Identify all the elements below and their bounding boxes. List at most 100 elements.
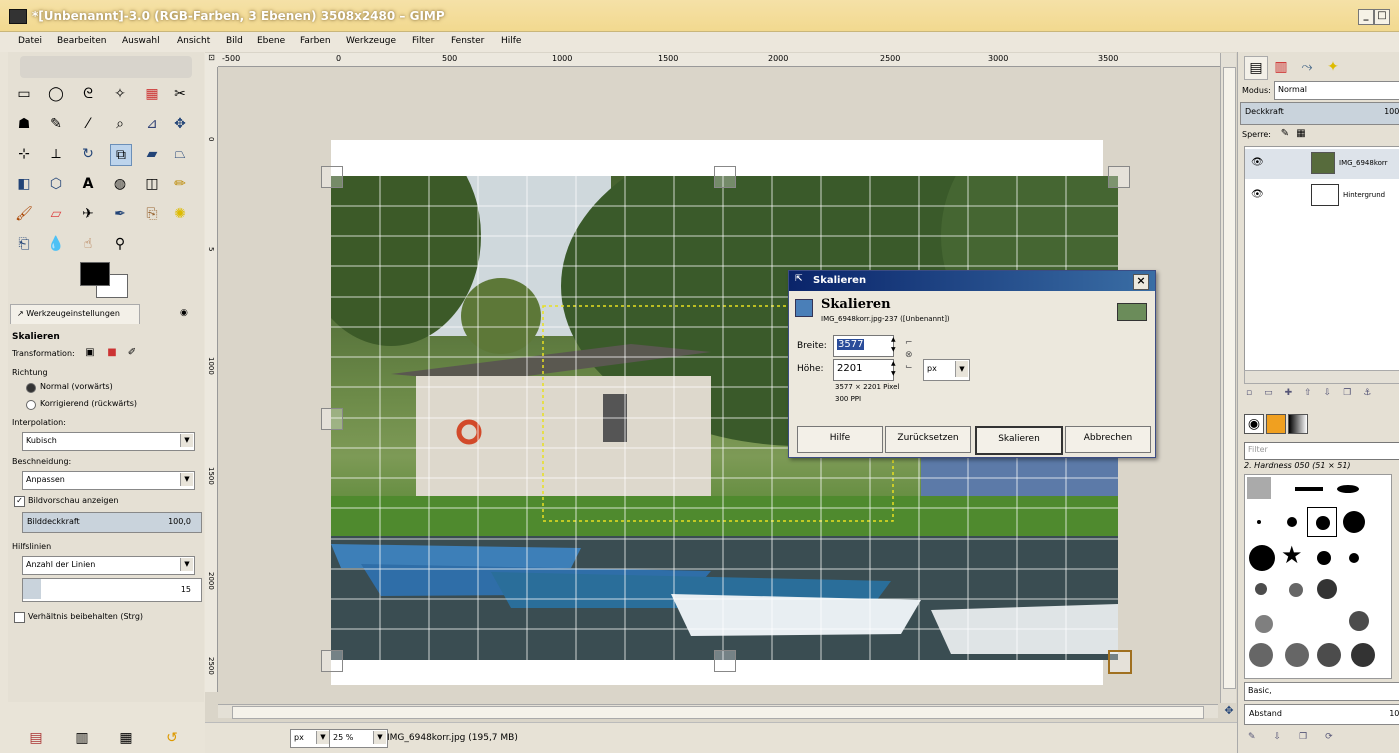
keep-aspect-checkbox[interactable]: [14, 612, 25, 623]
scroll-thumb[interactable]: [1223, 67, 1236, 689]
preview-checkbox[interactable]: ✓: [14, 496, 25, 507]
menu-filter[interactable]: Filter: [412, 36, 434, 46]
rotate-icon[interactable]: ↻: [78, 144, 98, 164]
height-spin-arrows[interactable]: ▲ ▼: [891, 359, 900, 379]
lasso-icon[interactable]: ᘓ: [78, 84, 98, 104]
brushes-tab-icon[interactable]: ◉: [1244, 414, 1264, 434]
brush-cell[interactable]: [1249, 643, 1273, 667]
restore-tool-options-icon[interactable]: ▥: [72, 728, 92, 748]
brush-cell[interactable]: [1317, 551, 1331, 565]
brush-filter-input[interactable]: Filter: [1244, 442, 1399, 460]
gradients-tab-icon[interactable]: [1288, 414, 1308, 434]
width-input[interactable]: 3577: [833, 335, 894, 357]
chain-link-icon[interactable]: ⌐ ⊗ ⌙: [905, 337, 915, 377]
scale-handle-top[interactable]: [714, 166, 736, 188]
brush-cell[interactable]: [1349, 611, 1369, 631]
dialog-close-button[interactable]: ×: [1133, 274, 1149, 290]
horizontal-scrollbar[interactable]: [218, 704, 1218, 719]
menu-werkzeuge[interactable]: Werkzeuge: [346, 36, 396, 46]
layer-opacity-slider[interactable]: Deckkraft 100,0: [1240, 102, 1399, 125]
transform-selection-icon[interactable]: ■: [104, 344, 120, 360]
measure-icon[interactable]: ⊿: [142, 114, 162, 134]
horizontal-ruler[interactable]: -500 0 500 1000 1500 2000 2500 3000 3500: [218, 53, 1220, 67]
channels-tab-icon[interactable]: ▥: [1270, 56, 1292, 78]
ellipse-select-icon[interactable]: ◯: [46, 84, 66, 104]
minimize-button[interactable]: _: [1358, 9, 1374, 25]
bucket-fill-icon[interactable]: ◍: [110, 174, 130, 194]
scale-handle-top-right[interactable]: [1108, 166, 1130, 188]
color-picker-icon[interactable]: ⁄: [78, 114, 98, 134]
scale-handle-top-left[interactable]: [321, 166, 343, 188]
clone-icon[interactable]: ⎘: [142, 204, 162, 224]
airbrush-icon[interactable]: ✈: [78, 204, 98, 224]
dialog-unit-select[interactable]: px ▼: [923, 359, 970, 381]
cancel-button[interactable]: Abbrechen: [1065, 426, 1151, 453]
brush-cell[interactable]: [1249, 545, 1275, 571]
eye-icon[interactable]: 👁: [1251, 189, 1264, 200]
perspective-icon[interactable]: ⏢: [170, 144, 190, 164]
scale-button[interactable]: Skalieren: [975, 426, 1063, 455]
wilber-drop-area[interactable]: [20, 56, 192, 78]
eraser-icon[interactable]: ▱: [46, 204, 66, 224]
tab-menu-icon[interactable]: ◉: [180, 308, 192, 320]
layer-list-hscroll[interactable]: [1244, 370, 1399, 384]
dialog-title-bar[interactable]: ⇱ Skalieren ×: [789, 271, 1155, 291]
foreground-select-icon[interactable]: ☗: [14, 114, 34, 134]
shear-icon[interactable]: ▰: [142, 144, 162, 164]
crop-icon[interactable]: ⟂: [46, 144, 66, 164]
brush-cell[interactable]: [1247, 477, 1271, 499]
brush-buttons-row[interactable]: ✎⇩❐⟳: [1248, 732, 1398, 746]
brush-cell[interactable]: [1349, 553, 1359, 563]
vertical-scrollbar[interactable]: [1220, 53, 1236, 703]
foreground-color-swatch[interactable]: [80, 262, 110, 286]
brush-cell-selected[interactable]: [1307, 507, 1337, 537]
brush-cell[interactable]: [1295, 487, 1323, 491]
brush-spacing-slider[interactable]: Abstand 10,0: [1244, 704, 1399, 725]
blend-icon[interactable]: ◫: [142, 174, 162, 194]
menu-auswahl[interactable]: Auswahl: [122, 36, 160, 46]
scale-handle-bottom[interactable]: [714, 650, 736, 672]
menu-farben[interactable]: Farben: [300, 36, 331, 46]
paths-icon[interactable]: ✎: [46, 114, 66, 134]
unit-select[interactable]: px ▼: [290, 729, 331, 748]
height-input[interactable]: 2201: [833, 359, 894, 381]
scroll-thumb[interactable]: [232, 706, 1204, 719]
brush-cell[interactable]: [1255, 615, 1273, 633]
move-icon[interactable]: ✥: [170, 114, 190, 134]
brush-cell[interactable]: [1289, 583, 1303, 597]
blur-icon[interactable]: 💧: [46, 234, 66, 254]
width-spin-arrows[interactable]: ▲ ▼: [891, 335, 900, 355]
align-icon[interactable]: ⊹: [14, 144, 34, 164]
scale-handle-bottom-left[interactable]: [321, 650, 343, 672]
zoom-icon[interactable]: ⌕: [110, 114, 130, 134]
quick-mask-icon[interactable]: ⊡: [205, 53, 218, 67]
lock-pixels-icon[interactable]: ✎: [1278, 126, 1292, 140]
layers-tab-icon[interactable]: ▤: [1244, 56, 1268, 80]
brush-cell[interactable]: [1285, 643, 1309, 667]
clipping-select[interactable]: Anpassen ▼: [22, 471, 195, 490]
scissors-icon[interactable]: ✂: [170, 84, 190, 104]
transform-path-icon[interactable]: ✐: [124, 344, 140, 360]
undo-tab-icon[interactable]: ✦: [1322, 56, 1344, 78]
brush-cell[interactable]: [1343, 511, 1365, 533]
delete-tool-options-icon[interactable]: ▦: [116, 728, 136, 748]
direction-normal-radio[interactable]: [26, 383, 36, 393]
lock-alpha-icon[interactable]: ▦: [1294, 126, 1308, 140]
pencil-icon[interactable]: ✏: [170, 174, 190, 194]
flip-icon[interactable]: ◧: [14, 174, 34, 194]
menu-bild[interactable]: Bild: [226, 36, 243, 46]
patterns-tab-icon[interactable]: [1266, 414, 1286, 434]
brush-cell[interactable]: [1255, 583, 1267, 595]
menu-hilfe[interactable]: Hilfe: [501, 36, 521, 46]
paintbrush-icon[interactable]: 🖌: [14, 204, 34, 224]
direction-corrective-radio[interactable]: [26, 400, 36, 410]
menu-datei[interactable]: Datei: [18, 36, 42, 46]
menu-ansicht[interactable]: Ansicht: [177, 36, 210, 46]
scale-icon[interactable]: ⧉: [110, 144, 132, 166]
brush-cell[interactable]: [1287, 517, 1297, 527]
opacity-slider[interactable]: Bilddeckkraft 100,0: [22, 512, 202, 533]
menu-fenster[interactable]: Fenster: [451, 36, 484, 46]
guides-select[interactable]: Anzahl der Linien ▼: [22, 556, 195, 575]
color-select-icon[interactable]: ▦: [142, 84, 162, 104]
layer-buttons-row[interactable]: ▫▭✚⇧⇩❐⚓: [1246, 388, 1399, 402]
